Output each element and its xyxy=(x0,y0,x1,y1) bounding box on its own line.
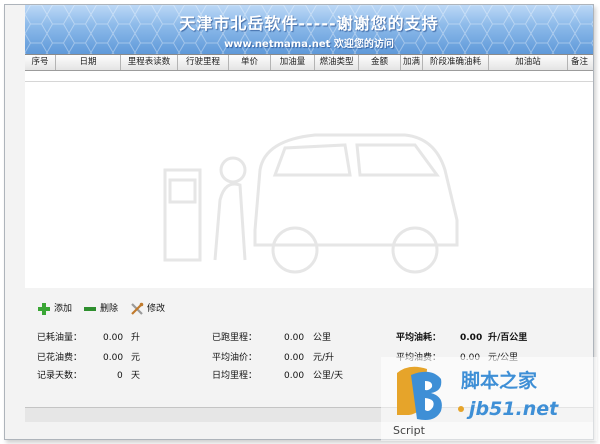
record-days-unit: 天 xyxy=(131,371,141,381)
logo-url: jb51.net xyxy=(466,398,559,420)
grid-row-divider xyxy=(25,81,593,82)
minus-icon xyxy=(84,307,96,311)
column-header[interactable]: 里程表读数 xyxy=(121,55,178,70)
consumed-fuel-label: 已耗油量： xyxy=(37,333,83,343)
distance-run-unit: 公里 xyxy=(313,333,332,343)
logo-script-word: Script xyxy=(393,424,426,437)
daily-distance-label: 日均里程： xyxy=(212,371,258,381)
column-header[interactable]: 备注 xyxy=(568,55,593,70)
avg-fuel-consumption-value: 0.00 xyxy=(460,333,483,343)
tools-icon xyxy=(131,302,144,315)
spent-fuel-cost-value: 0.00 xyxy=(103,353,124,363)
avg-fuel-price-value: 0.00 xyxy=(284,353,305,363)
spent-fuel-cost-label: 已花油费： xyxy=(37,353,83,363)
add-icon xyxy=(38,303,50,315)
logo-brand: 脚本之家 xyxy=(461,369,538,392)
avg-fuel-consumption-label: 平均油耗： xyxy=(396,333,442,343)
consumed-fuel-unit: 升 xyxy=(131,333,141,343)
column-header[interactable]: 加满 xyxy=(401,55,423,70)
column-header[interactable]: 序号 xyxy=(25,55,56,70)
consumed-fuel-value: 0.00 xyxy=(103,333,124,343)
action-toolbar: 添加 删除 修改 xyxy=(25,293,593,323)
edit-button[interactable]: 修改 xyxy=(130,302,165,316)
column-header[interactable]: 日期 xyxy=(56,55,121,70)
banner-title: 天津市北岳软件-----谢谢您的支持 xyxy=(179,14,439,33)
record-days-value: 0 xyxy=(117,371,123,381)
jb51-logo-icon: Script 脚本之家 jb51.net xyxy=(381,357,597,441)
daily-distance-unit: 公里/天 xyxy=(313,371,344,381)
column-header[interactable]: 加油量 xyxy=(271,55,315,70)
column-header[interactable]: 金额 xyxy=(359,55,401,70)
distance-run-value: 0.00 xyxy=(284,333,305,343)
delete-button[interactable]: 删除 xyxy=(83,302,118,316)
car-watermark-image xyxy=(163,133,459,274)
banner-subtitle: www.netmama.net 欢迎您的访问 xyxy=(224,39,394,50)
avg-fuel-consumption-unit: 升/百公里 xyxy=(488,333,528,343)
jb51-watermark-logo: Script 脚本之家 jb51.net xyxy=(381,357,597,441)
banner: 天津市北岳软件-----谢谢您的支持 www.netmama.net 欢迎您的访… xyxy=(25,5,593,54)
column-header[interactable]: 加油站 xyxy=(489,55,568,70)
add-button-label: 添加 xyxy=(54,304,73,314)
avg-fuel-price-unit: 元/升 xyxy=(313,353,335,363)
add-button[interactable]: 添加 xyxy=(37,302,72,316)
daily-distance-value: 0.00 xyxy=(284,371,305,381)
distance-run-label: 已跑里程： xyxy=(212,333,258,343)
edit-button-label: 修改 xyxy=(147,304,166,314)
fuel-records-grid[interactable]: 序号 日期 里程表读数 行驶里程 单价 加油量 燃油类型 金额 加满 阶段准确油… xyxy=(25,54,593,288)
spent-fuel-cost-unit: 元 xyxy=(131,353,141,363)
record-days-label: 记录天数： xyxy=(37,371,83,381)
avg-fuel-price-label: 平均油价： xyxy=(212,353,258,363)
grid-header: 序号 日期 里程表读数 行驶里程 单价 加油量 燃油类型 金额 加满 阶段准确油… xyxy=(25,55,593,71)
column-header[interactable]: 燃油类型 xyxy=(315,55,359,70)
column-header[interactable]: 单价 xyxy=(229,55,271,70)
column-header[interactable]: 阶段准确油耗 xyxy=(423,55,489,70)
delete-button-label: 删除 xyxy=(100,304,119,314)
column-header[interactable]: 行驶里程 xyxy=(178,55,229,70)
